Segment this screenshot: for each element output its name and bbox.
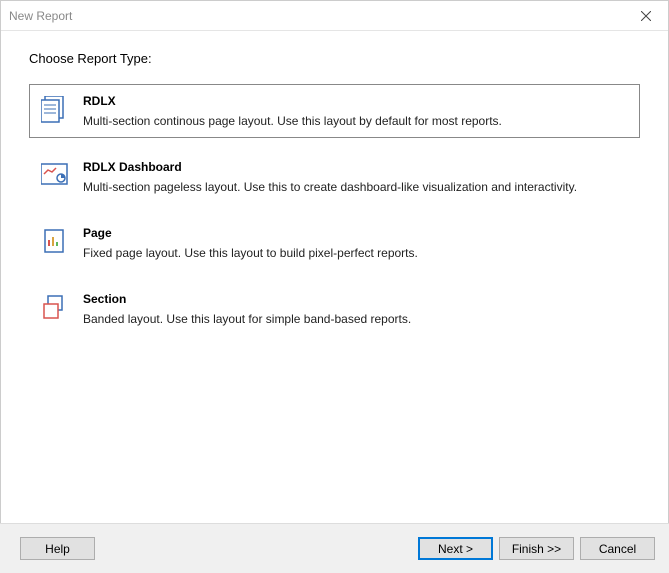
option-desc: Multi-section continous page layout. Use… (83, 114, 628, 128)
option-title: RDLX Dashboard (83, 160, 628, 174)
close-button[interactable] (623, 1, 668, 31)
window-title: New Report (9, 9, 72, 23)
option-desc: Multi-section pageless layout. Use this … (83, 180, 628, 194)
next-button[interactable]: Next > (418, 537, 493, 560)
option-section[interactable]: Section Banded layout. Use this layout f… (29, 282, 640, 336)
option-page[interactable]: Page Fixed page layout. Use this layout … (29, 216, 640, 270)
option-desc: Fixed page layout. Use this layout to bu… (83, 246, 628, 260)
close-icon (641, 11, 651, 21)
rdlx-icon (41, 96, 69, 124)
option-rdlx[interactable]: RDLX Multi-section continous page layout… (29, 84, 640, 138)
section-icon (41, 294, 69, 322)
option-rdlx-dashboard[interactable]: RDLX Dashboard Multi-section pageless la… (29, 150, 640, 204)
option-title: RDLX (83, 94, 628, 108)
option-title: Page (83, 226, 628, 240)
option-text: RDLX Dashboard Multi-section pageless la… (83, 160, 628, 194)
option-text: Page Fixed page layout. Use this layout … (83, 226, 628, 260)
option-desc: Banded layout. Use this layout for simpl… (83, 312, 628, 326)
option-title: Section (83, 292, 628, 306)
page-icon (41, 228, 69, 256)
page-heading: Choose Report Type: (29, 51, 640, 66)
finish-button[interactable]: Finish >> (499, 537, 574, 560)
option-text: Section Banded layout. Use this layout f… (83, 292, 628, 326)
dashboard-icon (41, 162, 69, 190)
option-text: RDLX Multi-section continous page layout… (83, 94, 628, 128)
cancel-button[interactable]: Cancel (580, 537, 655, 560)
titlebar: New Report (1, 1, 668, 31)
content-area: Choose Report Type: RDLX Multi-section c… (1, 31, 668, 336)
help-button[interactable]: Help (20, 537, 95, 560)
footer-bar: Help Next > Finish >> Cancel (0, 523, 669, 573)
